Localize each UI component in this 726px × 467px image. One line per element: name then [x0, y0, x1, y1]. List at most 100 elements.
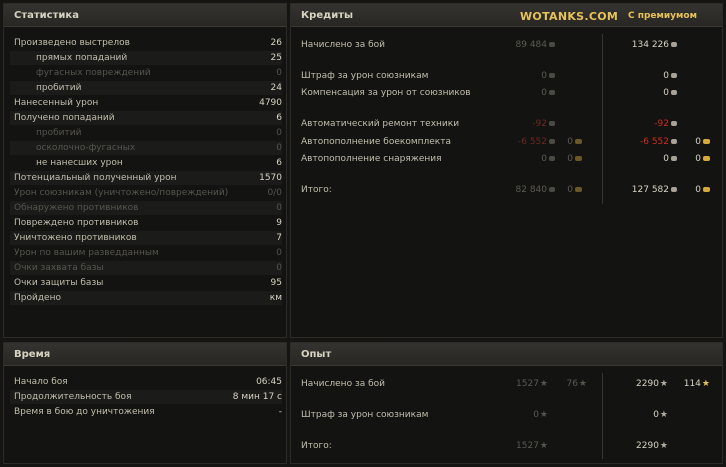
stat-row: Уничтожено противников 7	[10, 231, 282, 245]
free-experience-amount: 76	[566, 379, 578, 389]
experience-base-value: 1527★	[516, 439, 548, 453]
experience-premium-free: 114★	[684, 377, 710, 391]
time-row: Начало боя 06:45	[10, 375, 282, 389]
credits-premium-amount: 0	[663, 71, 669, 81]
credit-coin-icon	[671, 139, 677, 144]
experience-row-label: Итого:	[301, 441, 332, 451]
gold-amount: 0	[567, 137, 573, 147]
stat-value: 6	[276, 113, 282, 123]
credits-base-value: 0	[541, 69, 555, 83]
credits-base-gold: 0	[567, 152, 582, 166]
time-panel: Время Начало боя 06:45 Продолжительность б…	[3, 342, 287, 464]
credits-title: Кредиты	[301, 10, 354, 21]
time-label: Продолжительность боя	[14, 392, 132, 402]
credits-header: Кредиты WOTANKS.COM С премиумом	[291, 4, 722, 27]
credit-coin-icon	[549, 73, 555, 78]
credits-premium-value: 127 582	[632, 183, 677, 197]
credits-base-value: 82 840	[515, 183, 555, 197]
credits-column-divider	[602, 34, 603, 204]
credits-base-gold: 0	[567, 135, 582, 149]
credits-base-value: 0	[541, 152, 555, 166]
gold-coin-icon	[703, 187, 710, 192]
experience-column-divider	[602, 373, 603, 459]
stat-value: 95	[270, 278, 282, 288]
time-header: Время	[4, 343, 286, 366]
stat-value: 0	[276, 203, 282, 213]
credit-coin-icon	[671, 156, 677, 161]
stat-value: 7	[276, 233, 282, 243]
stat-label: пробитий	[36, 128, 82, 138]
stat-value: 1570	[259, 173, 282, 183]
credits-base-value: -6 552	[518, 135, 555, 149]
gold-coin-icon	[703, 156, 710, 161]
stat-row: Урон по вашим разведданным 0	[10, 246, 282, 260]
credits-base-amount: 0	[541, 71, 547, 81]
stat-row: Очки захвата базы 0	[10, 261, 282, 275]
experience-base-value: 0★	[533, 408, 548, 422]
stat-label: Урон союзникам (уничтожено/повреждений)	[14, 188, 229, 198]
stat-value: 0	[276, 263, 282, 273]
stat-row: Очки защиты базы 95	[10, 276, 282, 290]
gold-coin-icon	[703, 139, 710, 144]
stat-value: 24	[270, 83, 282, 93]
stat-row: Потенциальный полученный урон 1570	[10, 171, 282, 185]
credits-premium-amount: 134 226	[631, 40, 669, 50]
credits-base-amount: 82 840	[515, 185, 548, 195]
star-icon: ★	[659, 379, 668, 389]
experience-base-amount: 1527	[516, 441, 539, 451]
stat-label: Обнаружено противников	[14, 203, 139, 213]
star-icon: ★	[539, 410, 548, 420]
stat-row: Обнаружено противников 0	[10, 201, 282, 215]
credits-premium-gold: 0	[695, 135, 710, 149]
stat-label: Урон по вашим разведданным	[14, 248, 159, 258]
brand-logo: WOTANKS.COM	[520, 10, 619, 23]
credits-base-value: -92	[532, 117, 555, 131]
time-label: Время в бою до уничтожения	[14, 407, 155, 417]
premium-column-header: С премиумом	[628, 11, 697, 21]
stat-value: 6	[276, 158, 282, 168]
experience-base-amount: 0	[533, 410, 539, 420]
stat-label: Уничтожено противников	[14, 233, 137, 243]
stat-row: пробитий 0	[10, 126, 282, 140]
gold-star-icon: ★	[701, 379, 710, 389]
credits-premium-amount: 127 582	[631, 185, 669, 195]
credits-base-amount: -92	[532, 119, 547, 129]
stat-label: фугасных повреждений	[36, 68, 151, 78]
stat-label: Повреждено противников	[14, 218, 139, 228]
credits-base-amount: 0	[541, 154, 547, 164]
credits-panel: Кредиты WOTANKS.COM С премиумом Начислен…	[290, 3, 723, 338]
credit-coin-icon	[671, 90, 677, 95]
credits-premium-amount: 0	[663, 88, 669, 98]
experience-title: Опыт	[301, 349, 332, 360]
credits-row-label: Автопополнение снаряжения	[301, 154, 442, 164]
credits-premium-value: -6 552	[640, 135, 677, 149]
credit-coin-icon	[671, 73, 677, 78]
experience-base-value: 1527★	[516, 377, 548, 391]
experience-base-amount: 1527	[516, 379, 539, 389]
credits-premium-value: -92	[654, 117, 677, 131]
stat-row: Урон союзникам (уничтожено/повреждений) 0…	[10, 186, 282, 200]
credits-base-amount: -6 552	[517, 137, 547, 147]
stat-label: Очки захвата базы	[14, 263, 104, 273]
stat-value: 0	[276, 68, 282, 78]
stat-row: Произведено выстрелов 26	[10, 36, 282, 50]
stat-value: 26	[270, 38, 282, 48]
gold-amount: 0	[695, 137, 701, 147]
stat-row: не нанесших урон 6	[10, 156, 282, 170]
stat-row: прямых попаданий 25	[10, 51, 282, 65]
gold-amount: 0	[567, 185, 573, 195]
stat-label: прямых попаданий	[36, 53, 128, 63]
credits-premium-amount: -92	[654, 119, 669, 129]
credit-coin-icon	[671, 187, 677, 192]
stat-row: осколочно-фугасных 0	[10, 141, 282, 155]
credits-row-label: Автоматический ремонт техники	[301, 119, 460, 129]
credits-premium-value: 0	[663, 152, 677, 166]
gold-amount: 0	[567, 154, 573, 164]
star-icon: ★	[578, 379, 587, 389]
stat-value: 0	[276, 248, 282, 258]
time-row: Время в бою до уничтожения -	[10, 405, 282, 419]
stat-row: Получено попаданий 6	[10, 111, 282, 125]
credits-base-value: 0	[541, 86, 555, 100]
experience-premium-amount: 2290	[636, 441, 659, 451]
experience-panel: Опыт Начислено за бой 1527★ 76★ 2290★ 114★ Шт…	[290, 342, 723, 464]
